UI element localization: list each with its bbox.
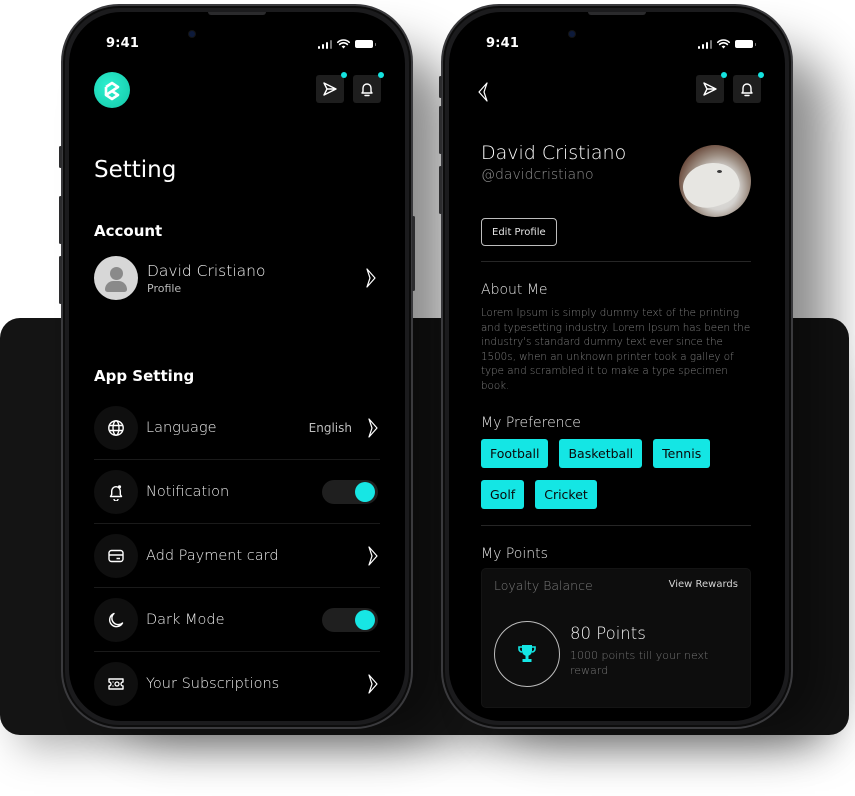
front-camera xyxy=(189,31,195,37)
setting-label: Language xyxy=(146,419,217,436)
notifications-button[interactable] xyxy=(353,72,384,103)
points-subtitle: 1000 points till your next reward xyxy=(570,649,709,677)
profile-name: David Cristiano xyxy=(147,261,266,280)
speaker xyxy=(588,12,646,15)
side-button xyxy=(439,76,442,98)
chip-football[interactable]: Football xyxy=(481,439,549,468)
wifi-icon xyxy=(337,39,350,49)
dark-mode-toggle[interactable] xyxy=(322,607,378,632)
send-button[interactable] xyxy=(696,72,727,103)
profile-name: David Cristiano xyxy=(481,142,627,164)
moon-icon xyxy=(94,597,138,642)
side-button xyxy=(439,106,442,154)
side-button xyxy=(59,146,62,168)
card-icon xyxy=(94,533,138,578)
about-heading: About Me xyxy=(481,282,548,298)
battery-icon xyxy=(735,40,756,48)
side-button xyxy=(59,196,62,244)
preference-heading: My Preference xyxy=(481,415,581,431)
signal-icon xyxy=(697,39,712,49)
brand-logo-icon xyxy=(104,81,120,101)
ticket-icon xyxy=(94,662,138,706)
notification-toggle[interactable] xyxy=(322,479,378,504)
trophy-badge xyxy=(494,621,560,687)
chevron-right-icon xyxy=(364,267,378,289)
chevron-left-icon xyxy=(478,82,488,102)
header-actions xyxy=(696,72,764,103)
side-button xyxy=(59,256,62,304)
loyalty-card: Loyalty Balance View Rewards 80 Points 1… xyxy=(481,568,751,708)
chip-tennis[interactable]: Tennis xyxy=(653,439,711,468)
send-button[interactable] xyxy=(316,72,347,103)
header-actions xyxy=(316,72,384,103)
status-icons xyxy=(317,39,376,49)
profile-handle: @davidcristiano xyxy=(481,167,594,183)
notification-badge xyxy=(758,72,764,78)
notification-badge xyxy=(341,72,347,78)
notification-badge xyxy=(378,72,384,78)
notifications-button[interactable] xyxy=(733,72,764,103)
edit-profile-button[interactable]: Edit Profile xyxy=(481,218,557,246)
setting-label: Add Payment card xyxy=(146,547,279,564)
back-button[interactable] xyxy=(477,82,489,106)
settings-list: Language English Notification Add Paymen… xyxy=(94,396,380,716)
setting-subscriptions[interactable]: Your Subscriptions xyxy=(94,652,380,716)
chevron-right-icon xyxy=(366,673,380,695)
speaker xyxy=(208,12,266,15)
front-camera xyxy=(569,31,575,37)
send-icon xyxy=(323,82,337,96)
notification-badge xyxy=(721,72,727,78)
preference-chips: Football Basketball Tennis Golf Cricket xyxy=(481,439,741,509)
globe-icon xyxy=(94,405,138,450)
toggle-knob xyxy=(355,609,375,630)
bell-icon xyxy=(361,83,373,97)
toggle-knob xyxy=(355,481,375,502)
setting-language[interactable]: Language English xyxy=(94,396,380,460)
chip-cricket[interactable]: Cricket xyxy=(535,480,597,509)
divider xyxy=(481,525,751,526)
about-text: Lorem Ipsum is simply dummy text of the … xyxy=(481,307,751,392)
setting-dark-mode: Dark Mode xyxy=(94,588,380,652)
profile-subtitle: Profile xyxy=(147,281,182,295)
avatar xyxy=(94,256,138,300)
side-button xyxy=(412,216,415,291)
battery-icon xyxy=(355,40,376,48)
setting-label: Notification xyxy=(146,483,230,500)
setting-label: Your Subscriptions xyxy=(146,676,280,692)
setting-label: Dark Mode xyxy=(146,611,225,628)
send-icon xyxy=(703,82,717,96)
account-heading: Account xyxy=(94,222,163,240)
chip-golf[interactable]: Golf xyxy=(481,480,525,509)
setting-payment-card[interactable]: Add Payment card xyxy=(94,524,380,588)
chip-basketball[interactable]: Basketball xyxy=(559,439,643,468)
profile-screen: 9:41 David Cristiano @davidcristiano Edi… xyxy=(449,12,785,721)
trophy-icon xyxy=(518,645,536,662)
setting-notification: Notification xyxy=(94,460,380,524)
phone-profile: 9:41 David Cristiano @davidcristiano Edi… xyxy=(439,4,793,729)
chevron-right-icon xyxy=(366,417,380,439)
bell-icon xyxy=(741,83,753,97)
signal-icon xyxy=(317,39,332,49)
divider xyxy=(481,261,751,262)
points-value: 80 Points xyxy=(570,624,646,643)
profile-row[interactable]: David Cristiano Profile xyxy=(94,255,378,301)
profile-photo xyxy=(679,145,751,217)
wifi-icon xyxy=(717,39,730,49)
app-setting-heading: App Setting xyxy=(94,367,195,385)
status-time: 9:41 xyxy=(106,36,140,51)
chevron-right-icon xyxy=(366,545,380,567)
side-button xyxy=(439,166,442,214)
view-rewards-link[interactable]: View Rewards xyxy=(669,579,738,590)
language-value: English xyxy=(308,420,352,435)
settings-screen: 9:41 Setting Account David Cristiano Pro… xyxy=(69,12,405,721)
bell-icon xyxy=(94,469,138,514)
phone-settings: 9:41 Setting Account David Cristiano Pro… xyxy=(59,4,415,729)
status-time: 9:41 xyxy=(486,36,520,51)
loyalty-title: Loyalty Balance xyxy=(494,578,593,593)
brand-logo[interactable] xyxy=(94,72,130,108)
page-title: Setting xyxy=(94,157,177,183)
points-heading: My Points xyxy=(481,546,548,562)
status-icons xyxy=(697,39,756,49)
